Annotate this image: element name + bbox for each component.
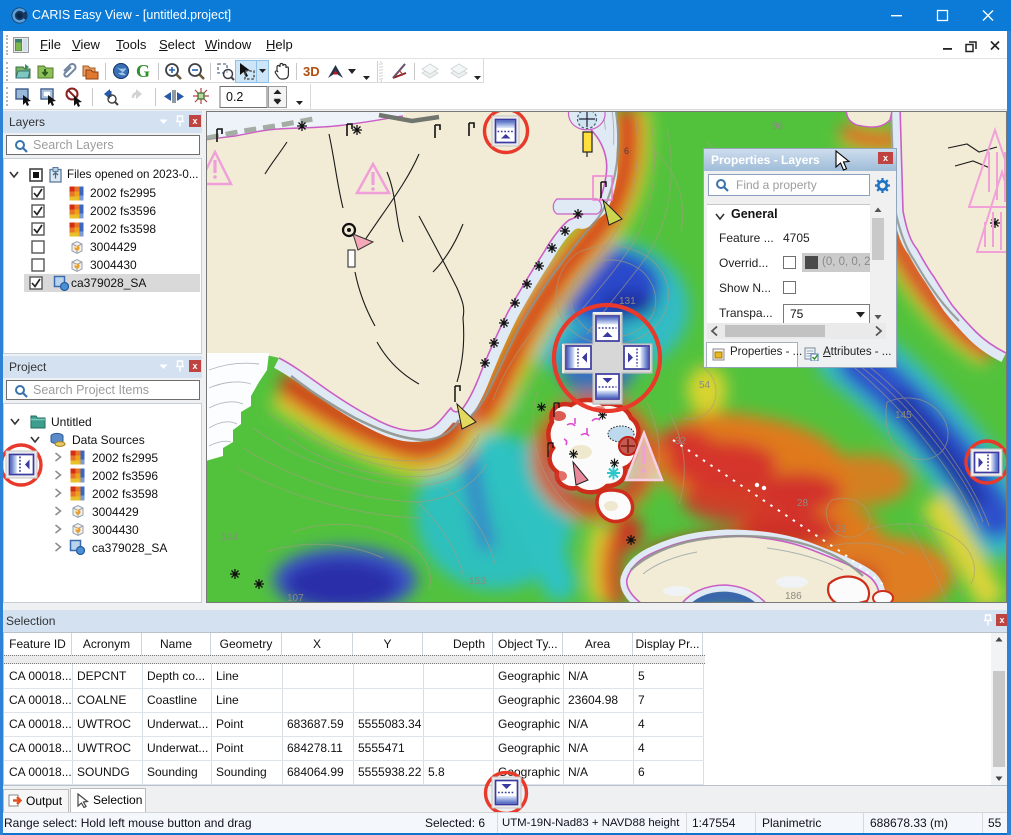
svg-text:G: G [136,61,150,81]
svg-text:26: 26 [835,524,847,535]
svg-text:153: 153 [469,576,486,587]
svg-text:145: 145 [895,410,912,421]
svg-text:32: 32 [675,436,687,447]
svg-text:186: 186 [785,591,802,602]
svg-text:96: 96 [772,121,784,132]
svg-text:104: 104 [221,532,238,543]
svg-text:54: 54 [699,380,711,391]
svg-text:28: 28 [797,498,809,509]
svg-text:0.2: 0.2 [226,90,243,104]
svg-text:3D: 3D [303,64,320,79]
svg-text:6: 6 [624,146,629,156]
svg-text:131: 131 [619,296,636,307]
svg-text:107: 107 [287,593,304,602]
